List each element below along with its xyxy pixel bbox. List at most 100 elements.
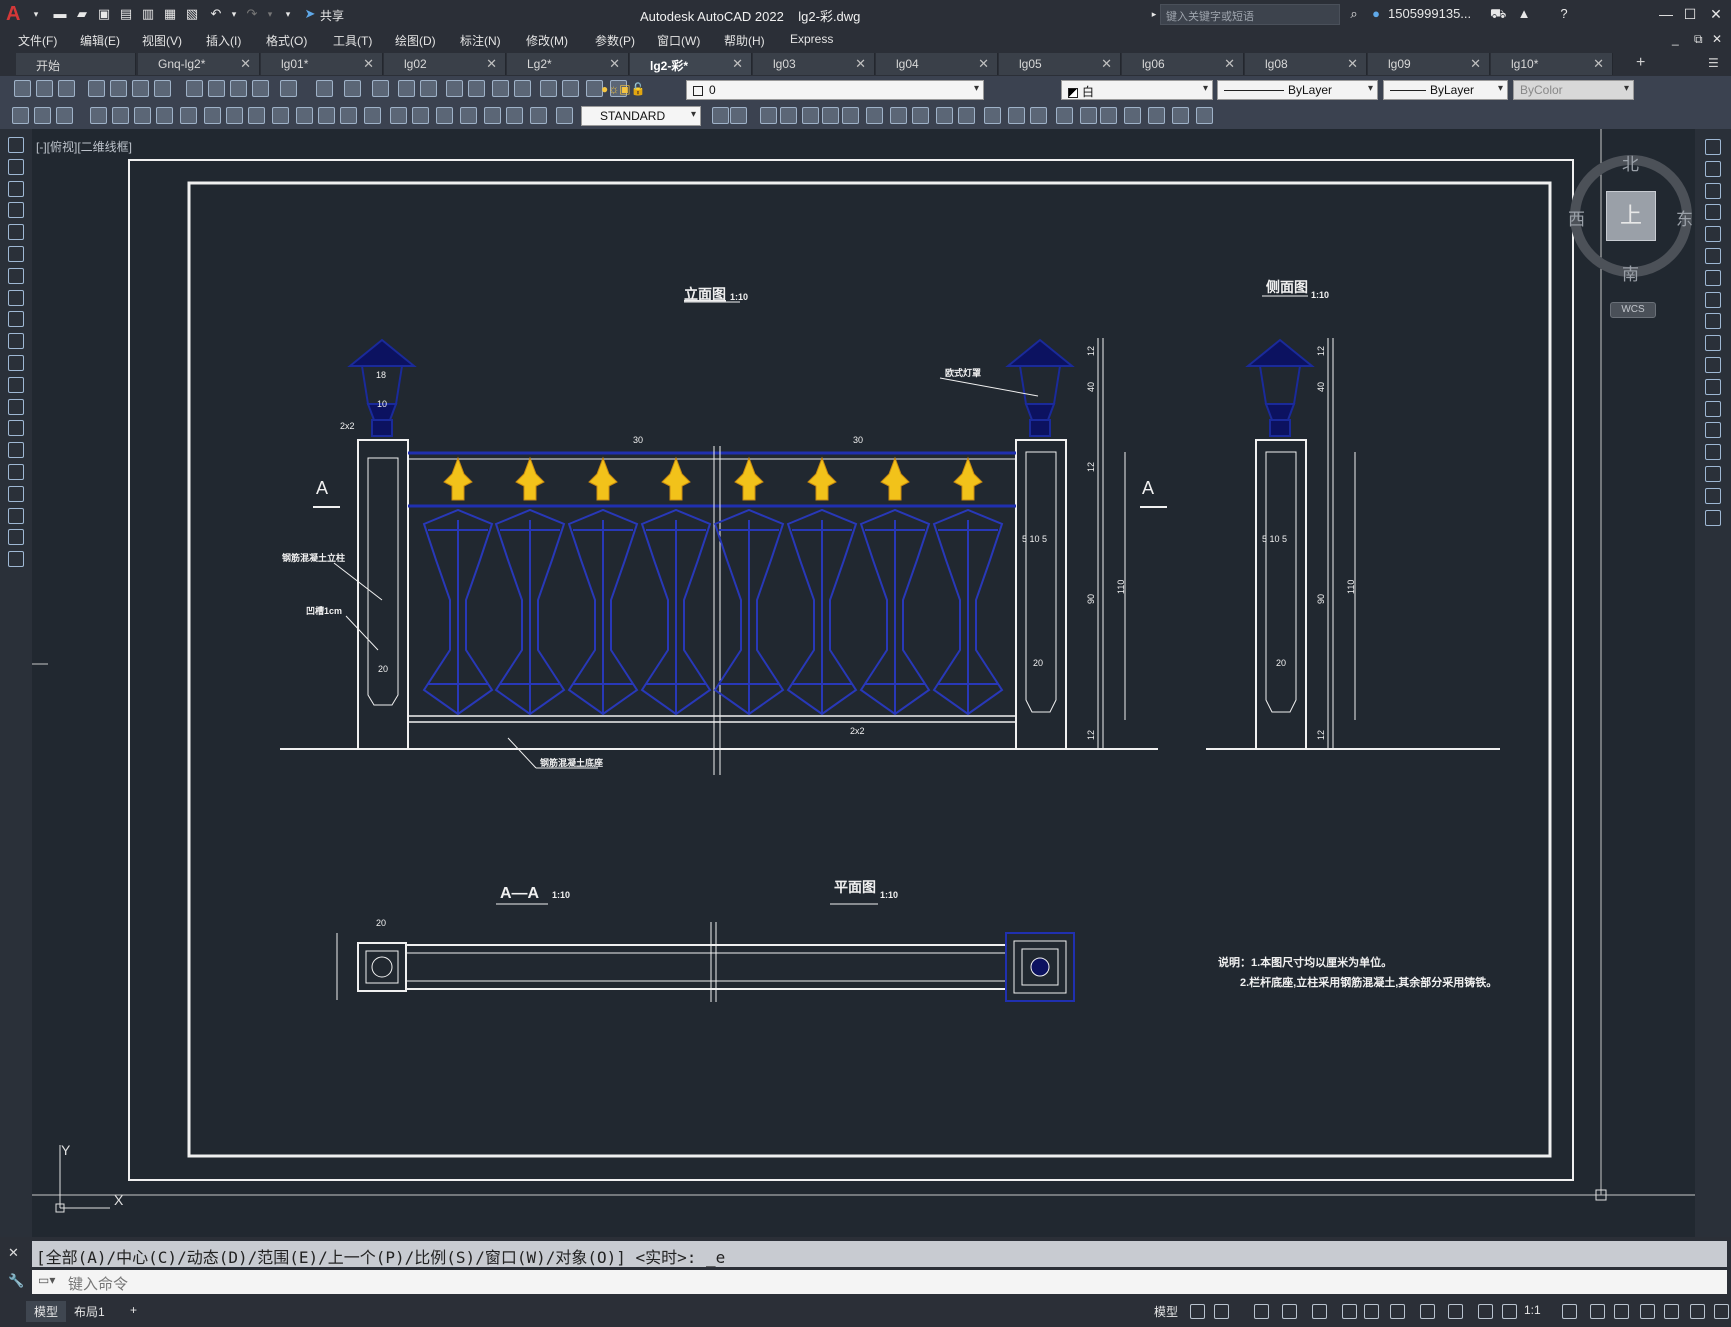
draw-tool-icon-8[interactable]	[180, 107, 197, 124]
status-toggle-icon-12[interactable]	[1502, 1304, 1517, 1319]
standard-tool-icon-20[interactable]	[492, 80, 509, 97]
standard-tool-icon-12[interactable]	[280, 80, 297, 97]
draw-tool-icon-2[interactable]	[34, 107, 51, 124]
command-wrench-icon[interactable]: 🔧	[8, 1273, 24, 1289]
compass-east[interactable]: 东	[1676, 205, 1693, 230]
draw-tool-icon-18[interactable]	[412, 107, 429, 124]
modify-panel-tool-icon-14[interactable]	[1705, 422, 1721, 439]
draw-tool-icon-4[interactable]	[90, 107, 107, 124]
standard-tool-icon-1[interactable]	[14, 80, 31, 97]
layer-dropdown[interactable]: ●☼▣🔓 0 ▾	[601, 80, 984, 100]
tab-close-icon[interactable]: ✕	[609, 56, 620, 72]
tab-gnq-lg2[interactable]: Gnq-lg2* ✕	[138, 53, 260, 75]
compass-west[interactable]: 西	[1568, 205, 1585, 230]
doc-restore-icon[interactable]: ⧉	[1694, 32, 1703, 47]
draw-panel-tool-icon-15[interactable]	[8, 442, 24, 459]
tab-close-icon[interactable]: ✕	[855, 56, 866, 72]
modify-tool-icon-1[interactable]	[712, 107, 729, 124]
modify-panel-tool-icon-17[interactable]	[1705, 487, 1721, 504]
tab-lg06[interactable]: lg06 ✕	[1122, 53, 1244, 75]
draw-panel-tool-icon-12[interactable]	[8, 376, 24, 393]
standard-tool-icon-2[interactable]	[36, 80, 53, 97]
standard-tool-icon-17[interactable]	[420, 80, 437, 97]
standard-tool-icon-14[interactable]	[344, 80, 361, 97]
undo-icon[interactable]: ↶	[208, 6, 224, 22]
modify-tool-icon-20[interactable]	[1148, 107, 1165, 124]
draw-tool-icon-9[interactable]	[204, 107, 221, 124]
search-input[interactable]: 键入关键字或短语	[1160, 4, 1340, 25]
draw-tool-icon-22[interactable]	[506, 107, 523, 124]
user-icon[interactable]: ●	[1368, 6, 1384, 22]
draw-panel-tool-icon-13[interactable]	[8, 398, 24, 415]
draw-panel-tool-icon-14[interactable]	[8, 420, 24, 437]
tab-close-icon[interactable]: ✕	[1593, 56, 1604, 72]
draw-tool-icon-20[interactable]	[460, 107, 477, 124]
tab-layout1[interactable]: 布局1	[66, 1301, 113, 1322]
draw-tool-icon-5[interactable]	[112, 107, 129, 124]
new-tab-plus-icon[interactable]: +	[1636, 54, 1645, 72]
compass-north[interactable]: 北	[1622, 150, 1639, 175]
menu-express[interactable]: Express	[790, 32, 833, 46]
status-toggle-icon-10[interactable]	[1448, 1304, 1463, 1319]
menu-format[interactable]: 格式(O)	[266, 32, 307, 49]
standard-tool-icon-23[interactable]	[562, 80, 579, 97]
modify-panel-tool-icon-16[interactable]	[1705, 466, 1721, 482]
draw-tool-icon-7[interactable]	[156, 107, 173, 124]
plotstyle-dropdown[interactable]: ByColor ▾	[1513, 80, 1634, 100]
modify-tool-icon-6[interactable]	[822, 107, 839, 124]
annotation-scale[interactable]: 1:1	[1524, 1303, 1541, 1317]
status-toggle-icon-14[interactable]	[1590, 1304, 1605, 1319]
modify-panel-tool-icon-9[interactable]	[1705, 313, 1721, 330]
tab-close-icon[interactable]: ✕	[1470, 56, 1481, 72]
draw-panel-tool-icon-10[interactable]	[8, 333, 24, 350]
standard-tool-icon-16[interactable]	[398, 80, 415, 97]
redo-dropdown-icon[interactable]: ▾	[262, 6, 278, 22]
tab-close-icon[interactable]: ✕	[978, 56, 989, 72]
search-icon[interactable]: ⌕	[1346, 6, 1362, 22]
modify-panel-tool-icon-7[interactable]	[1705, 269, 1721, 286]
viewcube-top-face[interactable]: 上	[1606, 191, 1656, 241]
modify-tool-icon-5[interactable]	[802, 107, 819, 124]
menu-window[interactable]: 窗口(W)	[657, 32, 700, 49]
tab-lg04[interactable]: lg04 ✕	[876, 53, 998, 75]
close-button[interactable]: ✕	[1704, 4, 1728, 24]
modify-tool-icon-10[interactable]	[912, 107, 929, 124]
modify-panel-tool-icon-10[interactable]	[1705, 335, 1721, 352]
color-dropdown[interactable]: 白 ▾	[1061, 80, 1213, 100]
maximize-button[interactable]: ☐	[1678, 4, 1702, 24]
tab-lg03[interactable]: lg03 ✕	[753, 53, 875, 75]
status-toggle-icon-6[interactable]	[1342, 1304, 1357, 1319]
draw-panel-tool-icon-19[interactable]	[8, 529, 24, 546]
status-toggle-icon-19[interactable]	[1714, 1304, 1729, 1319]
modify-panel-tool-icon-1[interactable]	[1705, 139, 1721, 155]
draw-tool-icon-24[interactable]	[556, 107, 573, 124]
tab-lg05[interactable]: lg05 ✕	[999, 53, 1121, 75]
modify-panel-tool-icon-5[interactable]	[1705, 226, 1721, 243]
modify-tool-icon-2[interactable]	[730, 107, 747, 124]
modify-panel-tool-icon-3[interactable]	[1705, 182, 1721, 199]
open-web-icon[interactable]: ▥	[140, 6, 156, 22]
model-space-label[interactable]: 模型	[1154, 1303, 1178, 1320]
draw-panel-tool-icon-6[interactable]	[8, 246, 24, 262]
draw-panel-tool-icon-16[interactable]	[8, 464, 24, 480]
modify-panel-tool-icon-11[interactable]	[1705, 357, 1721, 373]
status-toggle-icon-11[interactable]	[1478, 1304, 1493, 1319]
draw-panel-tool-icon-8[interactable]	[8, 289, 24, 306]
menu-draw[interactable]: 绘图(D)	[395, 32, 436, 49]
standard-tool-icon-18[interactable]	[446, 80, 463, 97]
status-toggle-icon-4[interactable]	[1282, 1304, 1297, 1319]
standard-tool-icon-8[interactable]	[186, 80, 203, 97]
save-icon[interactable]: ▣	[96, 6, 112, 22]
tab-start[interactable]: 开始	[16, 53, 136, 75]
draw-panel-tool-icon-4[interactable]	[8, 202, 24, 219]
drawing-canvas[interactable]: Y X 立面图 1:10 侧面图 1:10 A—A 1:10 平面图 1:10 …	[32, 129, 1695, 1237]
status-toggle-icon-9[interactable]	[1420, 1304, 1435, 1319]
standard-tool-icon-6[interactable]	[132, 80, 149, 97]
add-layout-icon[interactable]: +	[122, 1301, 145, 1319]
menu-tools[interactable]: 工具(T)	[333, 32, 372, 49]
draw-panel-tool-icon-5[interactable]	[8, 224, 24, 241]
modify-tool-icon-15[interactable]	[1030, 107, 1047, 124]
undo-dropdown-icon[interactable]: ▾	[226, 6, 242, 22]
status-toggle-icon-16[interactable]	[1640, 1304, 1655, 1319]
draw-tool-icon-1[interactable]	[12, 107, 29, 124]
